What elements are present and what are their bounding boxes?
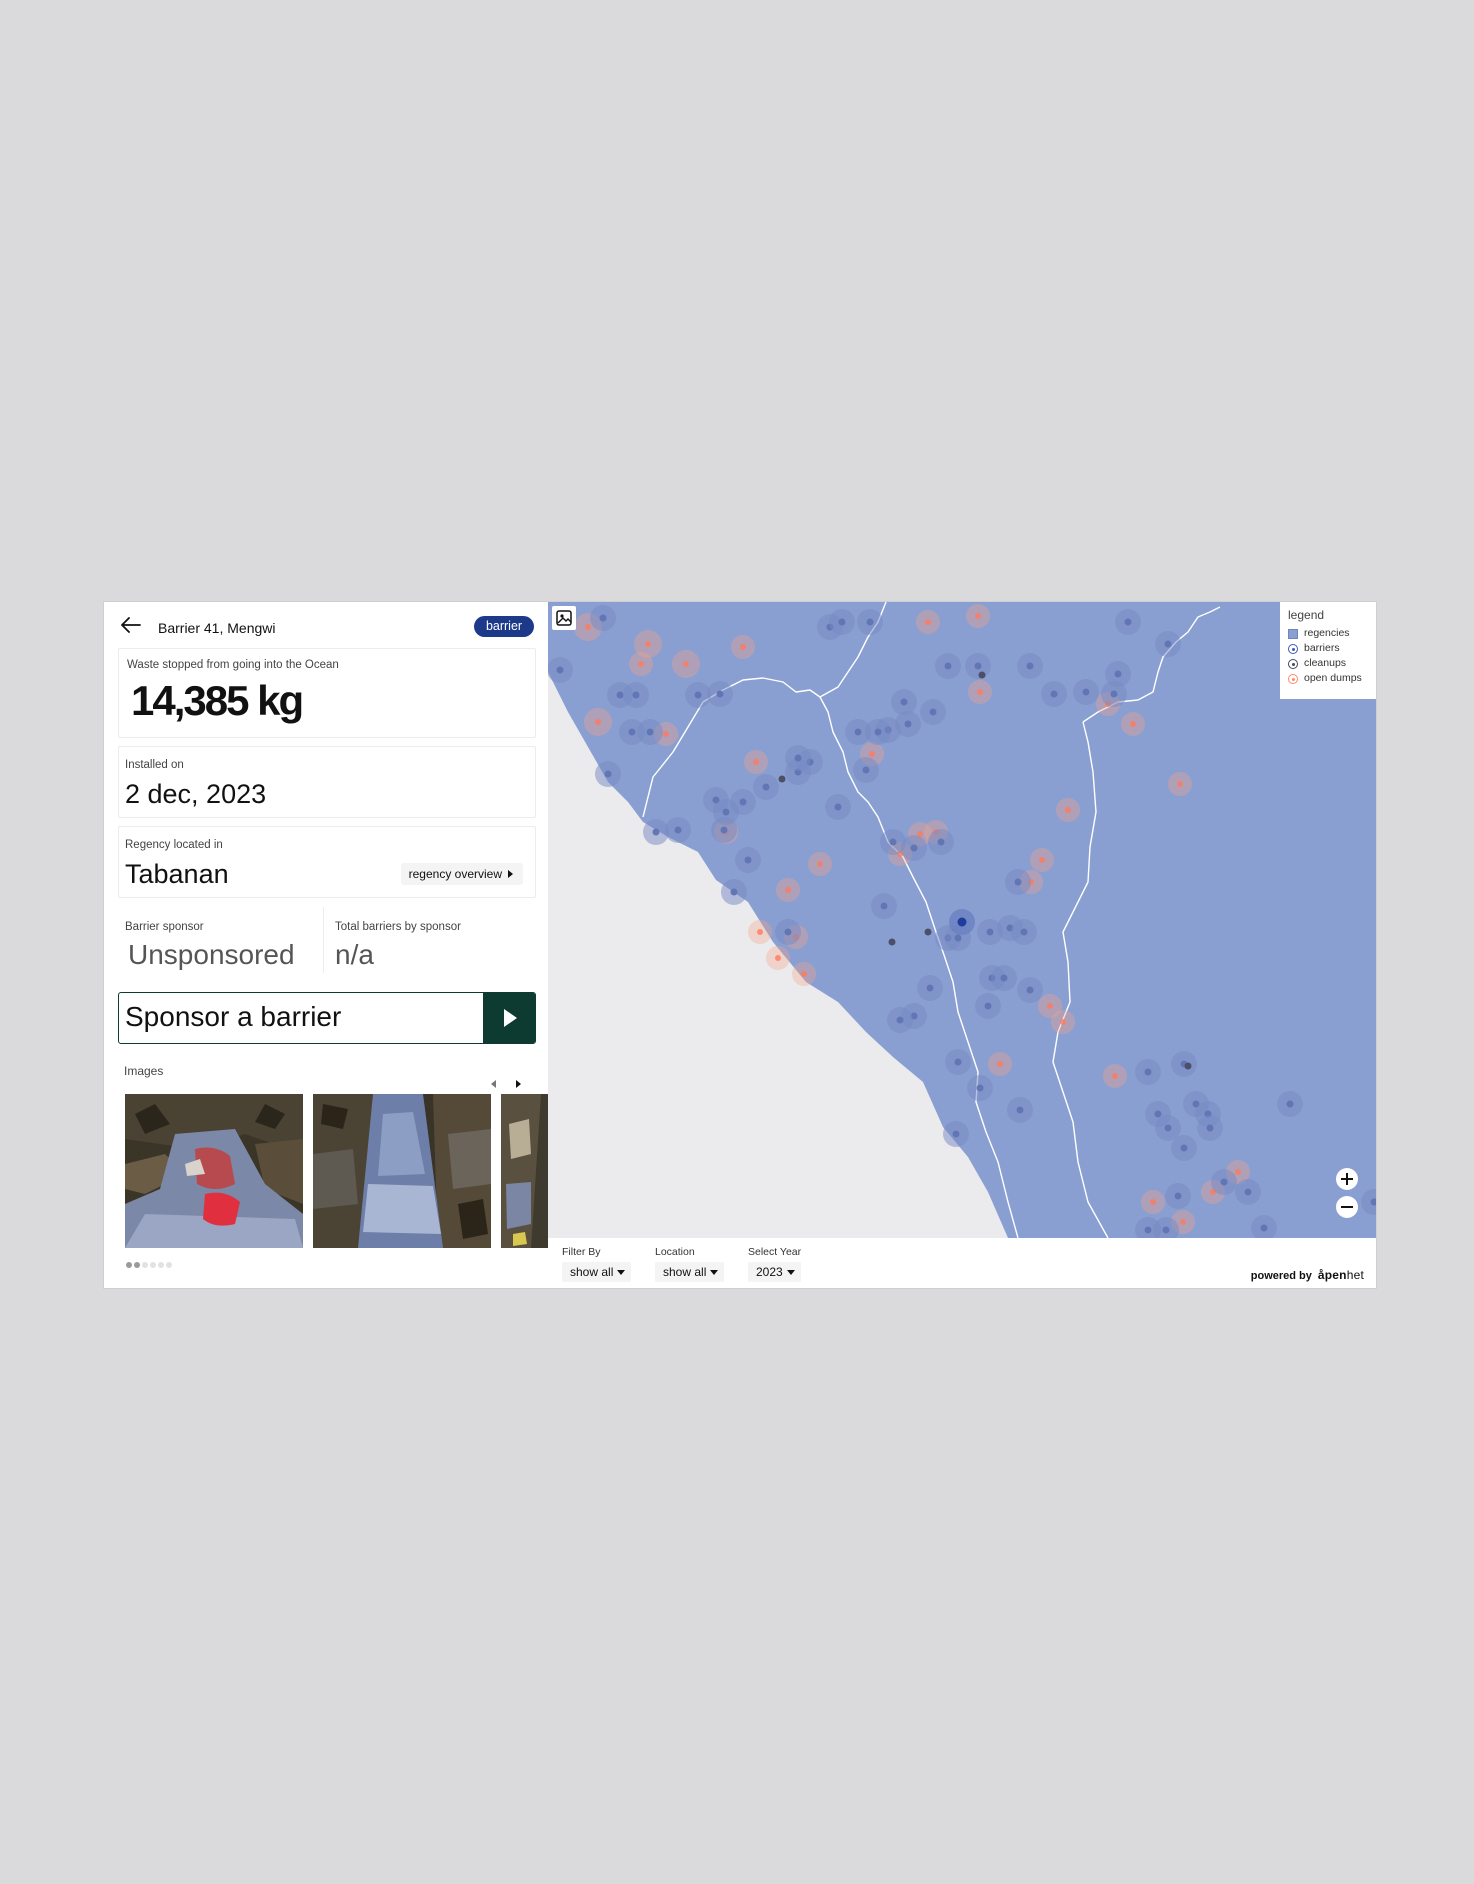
zoom-out-icon[interactable] bbox=[1336, 1196, 1358, 1218]
pagination-dot[interactable] bbox=[158, 1262, 164, 1268]
images-label: Images bbox=[124, 1064, 164, 1078]
legend-item-regencies: regencies bbox=[1288, 626, 1368, 641]
location-label: Location bbox=[655, 1246, 695, 1258]
year-value: 2023 bbox=[756, 1265, 783, 1279]
sponsor-card: Barrier sponsor Unsponsored Total barrie… bbox=[118, 906, 536, 978]
map-filters-bar: Filter By show all Location show all Sel… bbox=[548, 1238, 1376, 1288]
pagination-dot[interactable] bbox=[142, 1262, 148, 1268]
legend-label: regencies bbox=[1304, 627, 1350, 639]
map-canvas[interactable]: legend regencies barriers cleanups open … bbox=[548, 602, 1376, 1238]
barrier-title: Barrier 41, Mengwi bbox=[158, 620, 276, 636]
regency-value: Tabanan bbox=[125, 859, 229, 889]
waste-label: Waste stopped from going into the Ocean bbox=[127, 659, 339, 671]
app-window: Barrier 41, Mengwi barrier Waste stopped… bbox=[104, 602, 1376, 1288]
pagination-dot[interactable] bbox=[166, 1262, 172, 1268]
image-prev-icon[interactable] bbox=[487, 1078, 501, 1090]
open-dump-swatch-icon bbox=[1288, 674, 1298, 684]
legend-label: open dumps bbox=[1304, 672, 1362, 684]
sponsor-value: Unsponsored bbox=[128, 939, 295, 970]
legend-item-open-dumps: open dumps bbox=[1288, 671, 1368, 686]
location-select[interactable]: show all bbox=[655, 1262, 725, 1282]
filter-by-value: show all bbox=[570, 1265, 614, 1279]
pagination-dot[interactable] bbox=[126, 1262, 132, 1268]
sponsor-barrier-button[interactable]: Sponsor a barrier bbox=[118, 992, 536, 1044]
year-label: Select Year bbox=[748, 1246, 802, 1258]
image-layer-icon[interactable] bbox=[552, 606, 576, 630]
map-svg bbox=[548, 602, 1376, 1238]
waste-value: 14,385 kg bbox=[131, 677, 304, 724]
installed-card: Installed on 2 dec, 2023 bbox=[118, 746, 536, 818]
regency-label: Regency located in bbox=[125, 839, 223, 851]
year-select[interactable]: 2023 bbox=[748, 1262, 801, 1282]
legend-title: legend bbox=[1288, 608, 1325, 622]
sponsor-divider bbox=[323, 907, 324, 973]
waste-card: Waste stopped from going into the Ocean … bbox=[118, 648, 536, 738]
legend-label: barriers bbox=[1304, 642, 1340, 654]
chevron-down-icon bbox=[786, 1270, 795, 1275]
pagination-dot[interactable] bbox=[134, 1262, 140, 1268]
barrier-photo-2[interactable] bbox=[313, 1094, 491, 1248]
powered-by[interactable]: powered by åpenhet bbox=[1251, 1268, 1364, 1282]
selected-barrier-marker[interactable] bbox=[949, 909, 975, 935]
powered-by-label: powered by bbox=[1250, 1270, 1312, 1282]
back-arrow-icon[interactable] bbox=[120, 616, 142, 634]
barrier-photo-1[interactable] bbox=[125, 1094, 303, 1248]
caret-right-icon bbox=[508, 870, 513, 878]
legend-item-cleanups: cleanups bbox=[1288, 656, 1368, 671]
installed-value: 2 dec, 2023 bbox=[125, 779, 267, 809]
location-value: show all bbox=[663, 1265, 707, 1279]
cleanup-swatch-icon bbox=[1288, 659, 1298, 669]
filter-by-label: Filter By bbox=[562, 1246, 601, 1258]
brand-logo: åpenhet bbox=[1317, 1268, 1364, 1282]
regencies-swatch-icon bbox=[1288, 629, 1298, 639]
chevron-down-icon bbox=[617, 1270, 626, 1275]
image-next-icon[interactable] bbox=[511, 1078, 525, 1090]
filter-by-select[interactable]: show all bbox=[562, 1262, 632, 1282]
total-barriers-label: Total barriers by sponsor bbox=[335, 921, 461, 933]
sponsor-label: Barrier sponsor bbox=[125, 921, 204, 933]
chevron-down-icon bbox=[710, 1270, 719, 1275]
map-legend: legend regencies barriers cleanups open … bbox=[1280, 602, 1376, 699]
play-arrow-icon bbox=[483, 993, 535, 1043]
regency-overview-label: regency overview bbox=[408, 867, 502, 881]
pagination-dot[interactable] bbox=[150, 1262, 156, 1268]
installed-label: Installed on bbox=[125, 759, 184, 771]
legend-label: cleanups bbox=[1304, 657, 1347, 669]
total-barriers-value: n/a bbox=[335, 939, 374, 970]
type-badge: barrier bbox=[474, 616, 534, 637]
legend-item-barriers: barriers bbox=[1288, 641, 1368, 656]
barrier-swatch-icon bbox=[1288, 644, 1298, 654]
image-gallery[interactable] bbox=[125, 1094, 548, 1248]
panel-header: Barrier 41, Mengwi barrier bbox=[104, 602, 548, 648]
sponsor-barrier-label: Sponsor a barrier bbox=[125, 1001, 342, 1032]
regency-overview-button[interactable]: regency overview bbox=[400, 863, 523, 885]
regency-card: Regency located in Tabanan regency overv… bbox=[118, 826, 536, 898]
barrier-photo-3[interactable] bbox=[501, 1094, 548, 1248]
zoom-in-icon[interactable] bbox=[1336, 1168, 1358, 1190]
image-pagination bbox=[126, 1255, 174, 1268]
barrier-detail-panel: Barrier 41, Mengwi barrier Waste stopped… bbox=[104, 602, 548, 1288]
